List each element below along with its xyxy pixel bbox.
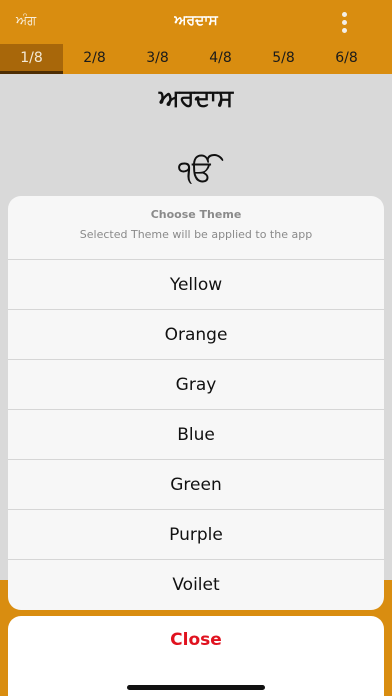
theme-option-gray[interactable]: Gray	[8, 360, 384, 410]
tab-2-of-8[interactable]: 2/8	[63, 44, 126, 74]
home-indicator	[127, 685, 265, 690]
theme-option-voilet[interactable]: Voilet	[8, 560, 384, 610]
tab-4-of-8[interactable]: 4/8	[189, 44, 252, 74]
theme-action-sheet: Choose Theme Selected Theme will be appl…	[8, 196, 384, 610]
more-vertical-icon[interactable]	[338, 12, 350, 36]
tab-5-of-8[interactable]: 5/8	[252, 44, 315, 74]
tab-3-of-8[interactable]: 3/8	[126, 44, 189, 74]
page-tabs: 1/8 2/8 3/8 4/8 5/8 6/8	[0, 44, 392, 74]
content-heading: ਅਰਦਾਸ	[158, 84, 234, 112]
action-sheet-title: Choose Theme	[150, 208, 242, 221]
tab-6-of-8[interactable]: 6/8	[315, 44, 378, 74]
action-sheet-subtitle: Selected Theme will be applied to the ap…	[79, 228, 313, 241]
action-sheet-header: Choose Theme Selected Theme will be appl…	[8, 196, 384, 260]
theme-option-purple[interactable]: Purple	[8, 510, 384, 560]
tab-1-of-8[interactable]: 1/8	[0, 44, 63, 74]
theme-option-green[interactable]: Green	[8, 460, 384, 510]
app-header: ਅੰਗ ਅਰਦਾਸ	[0, 0, 392, 44]
theme-option-orange[interactable]: Orange	[8, 310, 384, 360]
theme-option-blue[interactable]: Blue	[8, 410, 384, 460]
ek-onkar-symbol: ੴ	[177, 154, 215, 189]
theme-option-yellow[interactable]: Yellow	[8, 260, 384, 310]
close-sheet-container: Close	[8, 616, 384, 696]
page-title: ਅਰਦਾਸ	[174, 13, 218, 29]
close-button[interactable]: Close	[8, 630, 384, 650]
